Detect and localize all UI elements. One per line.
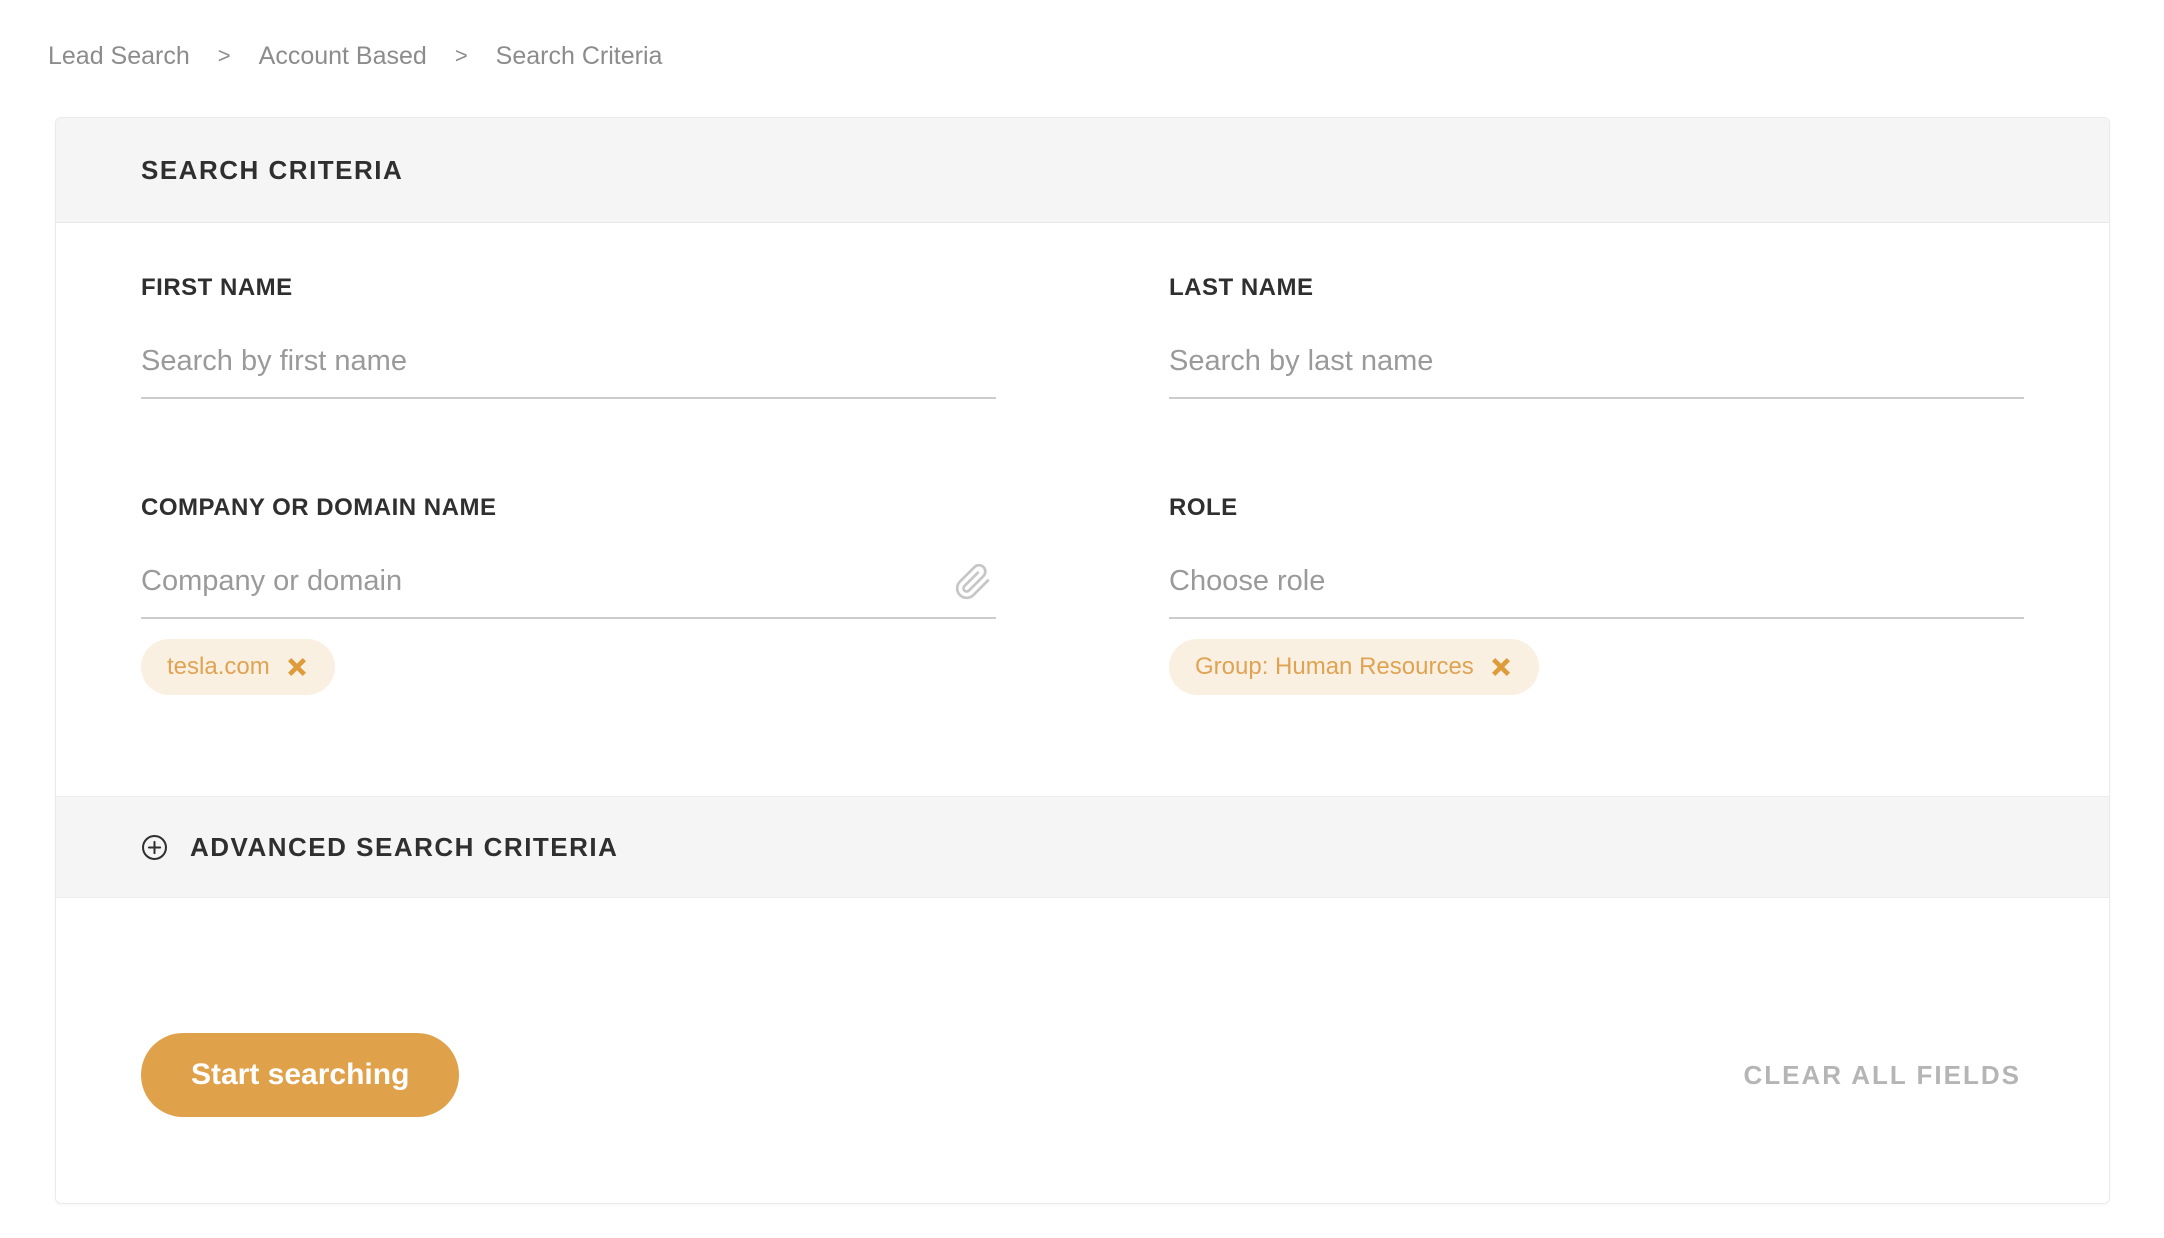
close-icon[interactable] xyxy=(1489,655,1513,679)
start-searching-button[interactable]: Start searching xyxy=(141,1033,460,1117)
breadcrumb-item-account-based[interactable]: Account Based xyxy=(259,42,427,70)
company-tag-list: tesla.com xyxy=(141,639,996,695)
last-name-input[interactable] xyxy=(1169,343,2024,397)
role-field: ROLE Group: Human Resources xyxy=(1169,493,2024,695)
company-tag: tesla.com xyxy=(141,639,335,695)
panel-footer: Start searching CLEAR ALL FIELDS xyxy=(56,898,2109,1117)
last-name-input-wrap xyxy=(1169,343,2024,399)
search-fields: FIRST NAME LAST NAME COMPANY OR DOMAIN N… xyxy=(56,223,2109,695)
first-name-field: FIRST NAME xyxy=(141,273,996,399)
company-field: COMPANY OR DOMAIN NAME tesla.com xyxy=(141,493,996,695)
breadcrumb-item-search-criteria[interactable]: Search Criteria xyxy=(496,42,663,70)
role-input-wrap xyxy=(1169,563,2024,619)
role-tag-label: Group: Human Resources xyxy=(1195,653,1474,680)
company-input[interactable] xyxy=(141,563,996,617)
company-tag-label: tesla.com xyxy=(167,653,270,680)
role-tag-list: Group: Human Resources xyxy=(1169,639,2024,695)
breadcrumb-separator-icon: > xyxy=(217,43,231,68)
close-icon[interactable] xyxy=(285,655,309,679)
first-name-label: FIRST NAME xyxy=(141,274,293,301)
company-input-wrap xyxy=(141,563,996,619)
role-tag: Group: Human Resources xyxy=(1169,639,1539,695)
breadcrumb-item-lead-search[interactable]: Lead Search xyxy=(48,42,190,70)
advanced-search-label: ADVANCED SEARCH CRITERIA xyxy=(190,831,619,862)
breadcrumb-separator-icon: > xyxy=(454,43,468,68)
search-criteria-panel: SEARCH CRITERIA FIRST NAME LAST NAME COM… xyxy=(55,117,2110,1204)
last-name-label: LAST NAME xyxy=(1169,274,1314,301)
first-name-input[interactable] xyxy=(141,343,996,397)
role-input[interactable] xyxy=(1169,563,2024,617)
last-name-field: LAST NAME xyxy=(1169,273,2024,399)
company-label: COMPANY OR DOMAIN NAME xyxy=(141,494,497,521)
plus-circle-icon xyxy=(141,834,168,861)
paperclip-icon[interactable] xyxy=(952,561,994,603)
role-label: ROLE xyxy=(1169,494,1238,521)
first-name-input-wrap xyxy=(141,343,996,399)
clear-all-fields-button[interactable]: CLEAR ALL FIELDS xyxy=(1743,1060,2021,1091)
advanced-search-toggle[interactable]: ADVANCED SEARCH CRITERIA xyxy=(56,796,2109,898)
panel-title: SEARCH CRITERIA xyxy=(141,154,404,185)
breadcrumb: Lead Search > Account Based > Search Cri… xyxy=(0,0,2164,70)
panel-header: SEARCH CRITERIA xyxy=(56,118,2109,223)
